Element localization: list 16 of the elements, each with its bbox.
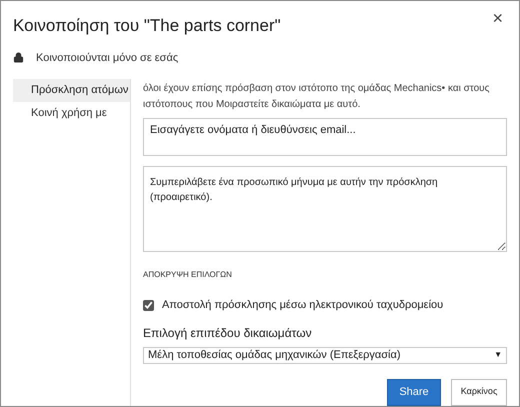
lock-icon <box>13 52 24 64</box>
names-field[interactable]: Εισαγάγετε ονόματα ή διευθύνσεις email... <box>143 118 507 156</box>
cancel-button[interactable]: Καρκίνος <box>451 378 507 406</box>
permission-label: Επιλογή επιπέδου δικαιωμάτων <box>143 324 313 342</box>
permission-select[interactable]: Μέλη τοποθεσίας ομάδας μηχανικών (Επεξεργασία) ▼ <box>143 346 507 364</box>
description-text: όλοι έχουν επίσης πρόσβαση στον ιστότοπο της ομάδας Mechanics• και στους ιστότοπους που Μοιραστείτε δικαιώματα με αυτό. <box>143 82 490 112</box>
close-button[interactable]: × <box>492 9 503 27</box>
hide-options-link[interactable]: ΑΠΟΚΡΥΨΗ ΕΠΙΛΟΓΩΝ <box>143 269 232 281</box>
share-button[interactable]: Share <box>387 378 441 406</box>
sidebar-item[interactable]: Πρόσκληση ατόμων <box>13 79 130 102</box>
privacy-text: Κοινοποιούνται μόνο σε εσάς <box>36 50 178 66</box>
sidebar-item[interactable]: Κοινή χρήση με <box>13 102 130 125</box>
checkbox-label: Αποστολή πρόσκλησης μέσω ηλεκτρονικού ταχυδρομείου <box>162 298 444 313</box>
email-checkbox[interactable] <box>143 300 154 311</box>
message-field[interactable]: Συμπεριλάβετε ένα προσωπικό μήνυμα με αυτήν την πρόσκληση (προαιρετικό). <box>143 166 507 252</box>
window-title: Κοινοποίηση του "The parts corner" <box>13 15 281 37</box>
